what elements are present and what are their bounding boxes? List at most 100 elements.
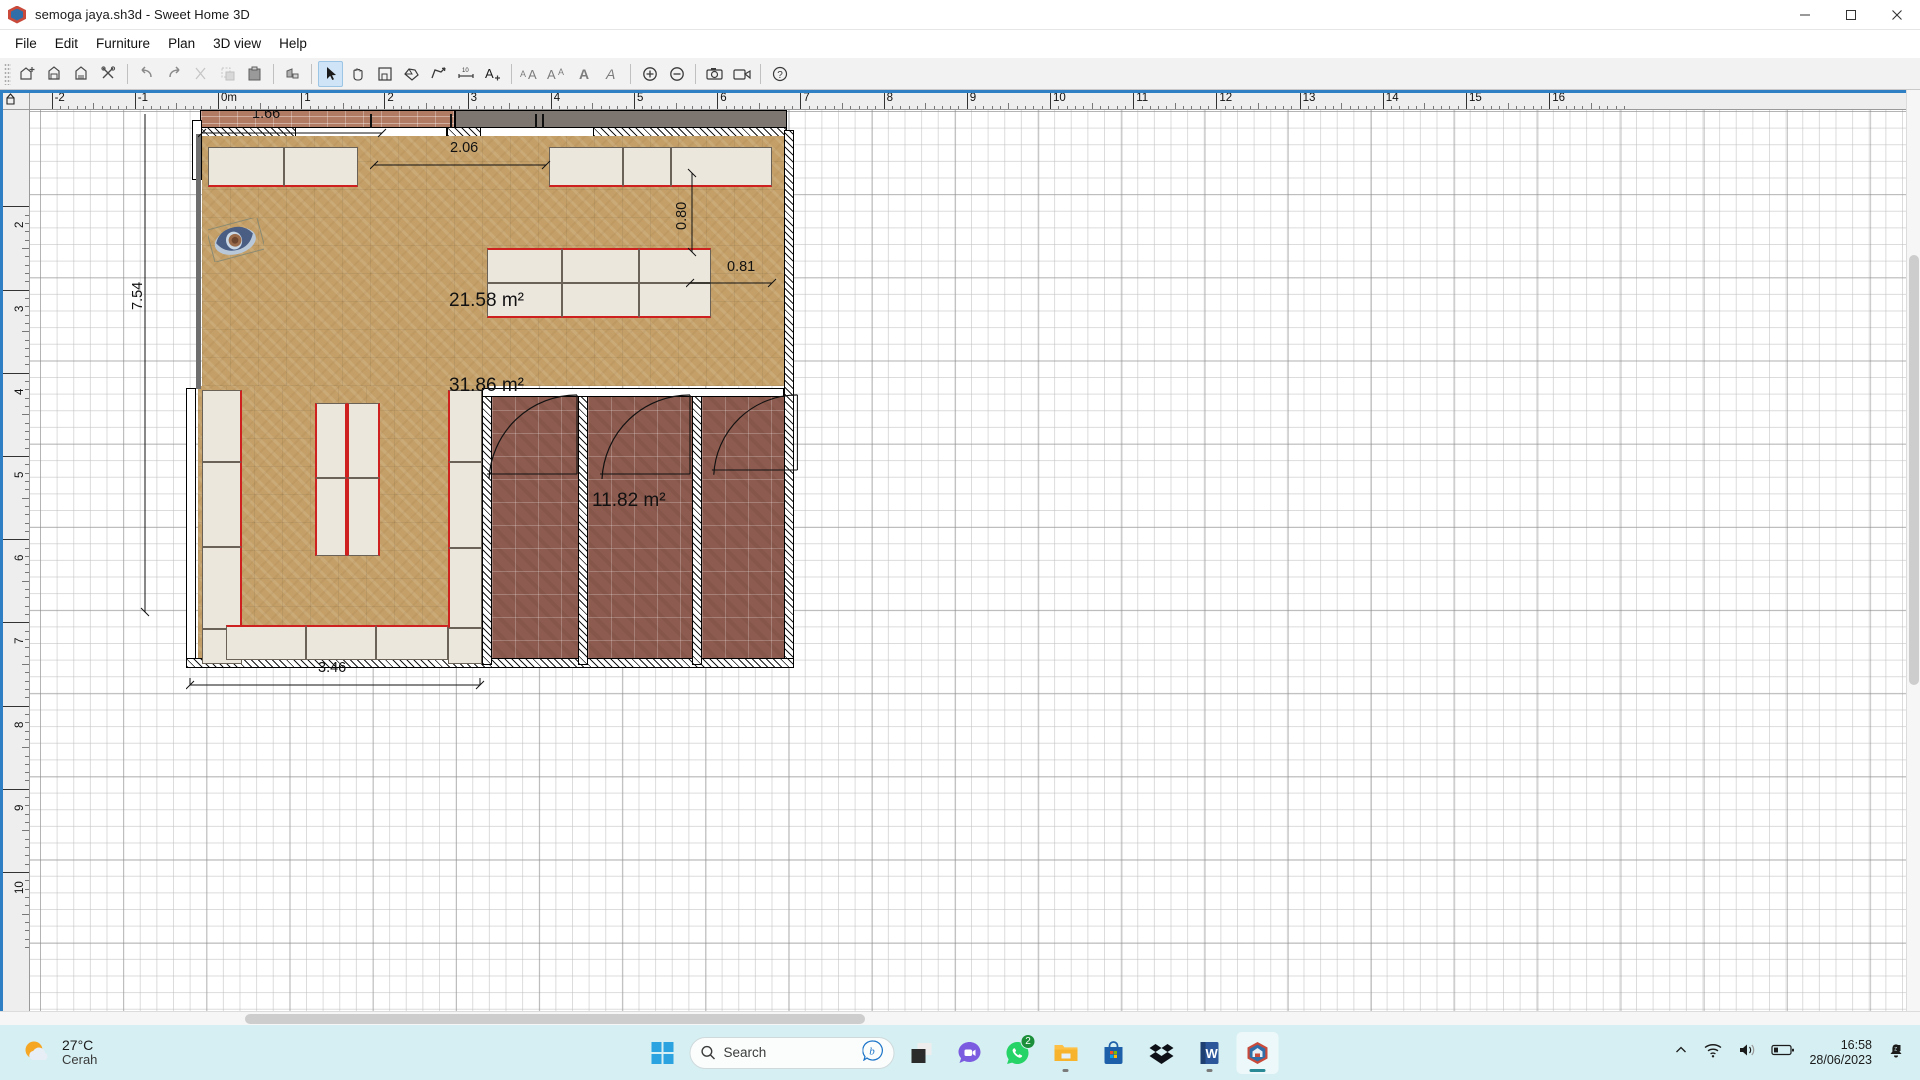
create-rooms-button[interactable] bbox=[399, 61, 424, 87]
battery-icon[interactable] bbox=[1771, 1043, 1795, 1062]
dimension-line-top-center[interactable] bbox=[370, 158, 560, 172]
create-video-button[interactable] bbox=[729, 61, 754, 87]
weather-widget[interactable]: 27°C Cerah bbox=[22, 1037, 97, 1068]
speaker-icon[interactable] bbox=[1737, 1041, 1757, 1064]
sweet-home-3d-button[interactable] bbox=[1236, 1031, 1279, 1074]
door-arc-room-3[interactable] bbox=[710, 394, 805, 489]
furniture-island-bottom-left[interactable] bbox=[315, 478, 347, 556]
italic-style-button[interactable]: A bbox=[599, 61, 624, 87]
menu-edit[interactable]: Edit bbox=[46, 33, 87, 54]
maximize-button[interactable] bbox=[1828, 0, 1874, 30]
furniture-right-col-3[interactable] bbox=[448, 548, 482, 628]
furniture-center-5[interactable] bbox=[562, 283, 639, 318]
bing-chat-icon[interactable]: b bbox=[862, 1039, 884, 1066]
furniture-bottom-3[interactable] bbox=[376, 625, 448, 660]
add-furniture-button[interactable] bbox=[280, 61, 305, 87]
minimize-button[interactable] bbox=[1782, 0, 1828, 30]
window-top-4[interactable] bbox=[542, 114, 544, 128]
furniture-left-col-1[interactable] bbox=[202, 390, 242, 462]
menu-help[interactable]: Help bbox=[270, 33, 316, 54]
vertical-ruler[interactable]: 2 3 4 5 6 7 8 9 10 bbox=[0, 110, 30, 1025]
help-button[interactable]: ? bbox=[767, 61, 792, 87]
undo-button[interactable] bbox=[134, 61, 159, 87]
furniture-top-left-1[interactable] bbox=[208, 147, 284, 187]
pan-mode-button[interactable] bbox=[345, 61, 370, 87]
increase-text-size-button[interactable]: AA bbox=[545, 61, 570, 87]
door-arc-room-2[interactable] bbox=[598, 394, 698, 494]
bell-dnd-icon[interactable]: z bbox=[1886, 1040, 1906, 1065]
cut-button[interactable] bbox=[188, 61, 213, 87]
toolbar-grip[interactable] bbox=[4, 62, 11, 85]
create-dimensions-button[interactable]: 10 bbox=[453, 61, 478, 87]
decrease-text-size-button[interactable]: AA bbox=[518, 61, 543, 87]
dimension-line-right-horizontal[interactable] bbox=[686, 276, 778, 290]
furniture-bottom-1[interactable] bbox=[226, 625, 306, 660]
furniture-right-col-1[interactable] bbox=[448, 390, 482, 462]
wall-left-main[interactable] bbox=[196, 134, 201, 389]
taskbar-search-box[interactable]: Search b bbox=[689, 1036, 895, 1069]
taskview-button[interactable] bbox=[901, 1032, 943, 1074]
vertical-scrollbar[interactable] bbox=[1906, 90, 1920, 1025]
create-walls-button[interactable] bbox=[372, 61, 397, 87]
furniture-right-col-4[interactable] bbox=[448, 628, 482, 664]
window-top-2[interactable] bbox=[450, 114, 452, 128]
furniture-right-col-2[interactable] bbox=[448, 462, 482, 548]
door-arc-room-1[interactable] bbox=[485, 394, 585, 494]
zoom-in-button[interactable] bbox=[637, 61, 662, 87]
taskbar-clock[interactable]: 16:58 28/06/2023 bbox=[1809, 1038, 1872, 1068]
horizontal-scrollbar[interactable] bbox=[0, 1011, 1920, 1025]
menu-file[interactable]: File bbox=[6, 33, 46, 54]
menu-furniture[interactable]: Furniture bbox=[87, 33, 159, 54]
chevron-up-icon[interactable] bbox=[1673, 1042, 1689, 1063]
vertical-scrollbar-thumb[interactable] bbox=[1909, 255, 1919, 685]
furniture-bottom-2[interactable] bbox=[306, 625, 376, 660]
furniture-island-top-right[interactable] bbox=[347, 403, 380, 478]
ruler-tick-minor bbox=[1158, 106, 1160, 109]
furniture-island-bottom-right[interactable] bbox=[347, 478, 380, 556]
dimension-line-bottom[interactable] bbox=[186, 678, 486, 692]
file-explorer-button[interactable] bbox=[1045, 1032, 1087, 1074]
menu-3d-view[interactable]: 3D view bbox=[204, 33, 270, 54]
teams-chat-button[interactable] bbox=[949, 1032, 991, 1074]
open-button[interactable] bbox=[42, 61, 67, 87]
furniture-top-right-1[interactable] bbox=[549, 147, 623, 187]
ruler-tick-minor bbox=[1374, 106, 1376, 109]
window-top-3[interactable] bbox=[535, 114, 537, 128]
horizontal-ruler[interactable]: -2 -1 0m 1 2 3 4 5 6 7 8 9 10 11 12 13 14 15 16 bbox=[30, 90, 1920, 110]
wifi-icon[interactable] bbox=[1703, 1041, 1723, 1064]
person-figure-icon[interactable] bbox=[208, 218, 264, 262]
furniture-top-right-2[interactable] bbox=[623, 147, 671, 187]
furniture-left-col-3[interactable] bbox=[202, 547, 242, 629]
add-texts-button[interactable]: A bbox=[480, 61, 505, 87]
dimension-line-top-left[interactable] bbox=[198, 126, 398, 140]
create-polylines-button[interactable] bbox=[426, 61, 451, 87]
whatsapp-button[interactable]: 2 bbox=[997, 1032, 1039, 1074]
furniture-left-col-2[interactable] bbox=[202, 462, 242, 547]
furniture-center-1[interactable] bbox=[487, 248, 562, 283]
wall-left-lower[interactable] bbox=[186, 388, 196, 665]
plan-canvas[interactable]: 1.66 2.06 0.80 0.81 7.54 3.46 21.58 m² 3… bbox=[30, 110, 1920, 1025]
furniture-top-left-2[interactable] bbox=[284, 147, 358, 187]
furniture-center-2[interactable] bbox=[562, 248, 639, 283]
horizontal-scrollbar-thumb[interactable] bbox=[245, 1014, 865, 1024]
create-photo-button[interactable] bbox=[702, 61, 727, 87]
furniture-island-top-left[interactable] bbox=[315, 403, 347, 478]
ruler-tick-minor bbox=[118, 106, 120, 109]
plan-panel[interactable]: -2 -1 0m 1 2 3 4 5 6 7 8 9 10 11 12 13 14 15 16 2 3 4 5 6 7 8 9 10 bbox=[0, 90, 1920, 1025]
preferences-tools-button[interactable] bbox=[96, 61, 121, 87]
word-button[interactable]: W bbox=[1189, 1032, 1231, 1074]
menu-plan[interactable]: Plan bbox=[159, 33, 204, 54]
dimension-line-left-vertical[interactable] bbox=[138, 112, 152, 622]
new-home-button[interactable] bbox=[15, 61, 40, 87]
close-button[interactable] bbox=[1874, 0, 1920, 30]
microsoft-store-button[interactable] bbox=[1093, 1032, 1135, 1074]
copy-button[interactable] bbox=[215, 61, 240, 87]
paste-button[interactable] bbox=[242, 61, 267, 87]
save-button[interactable] bbox=[69, 61, 94, 87]
dropbox-button[interactable] bbox=[1141, 1032, 1183, 1074]
select-mode-button[interactable] bbox=[318, 60, 343, 87]
redo-button[interactable] bbox=[161, 61, 186, 87]
zoom-out-button[interactable] bbox=[664, 61, 689, 87]
start-button[interactable] bbox=[642, 1032, 684, 1074]
bold-style-button[interactable]: A bbox=[572, 61, 597, 87]
